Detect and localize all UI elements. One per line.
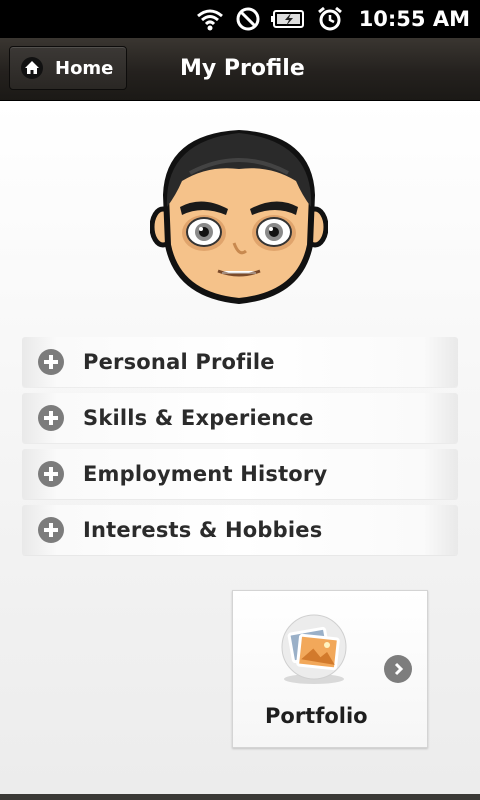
- title-bar: Home My Profile: [0, 38, 480, 101]
- status-icons: 10:55 AM: [195, 0, 470, 38]
- home-icon: [21, 57, 43, 79]
- chevron-right-icon[interactable]: [384, 655, 412, 683]
- wifi-icon: [196, 9, 223, 31]
- menu-item-employment-history[interactable]: Employment History: [22, 449, 458, 499]
- menu-item-label: Interests & Hobbies: [83, 518, 323, 542]
- avatar-face-icon: [150, 129, 328, 305]
- portfolio-label-wrap: Portfolio: [265, 704, 368, 728]
- bottom-bar: [0, 794, 480, 800]
- battery-charging-icon: [270, 10, 304, 28]
- alarm-clock-icon: [317, 6, 342, 31]
- menu-item-label: Skills & Experience: [83, 406, 314, 430]
- plus-circle-icon: [38, 405, 64, 431]
- no-signal-icon: [236, 7, 260, 31]
- menu-item-label: Personal Profile: [83, 350, 275, 374]
- portfolio-tile[interactable]: Portfolio: [232, 590, 428, 748]
- profile-menu: Personal Profile Skills & Experience Emp…: [22, 337, 458, 561]
- plus-circle-icon: [38, 517, 64, 543]
- page-title: My Profile: [180, 56, 305, 81]
- menu-item-skills-experience[interactable]: Skills & Experience: [22, 393, 458, 443]
- status-bar: 10:55 AM: [0, 0, 480, 38]
- plus-circle-icon: [38, 349, 64, 375]
- portfolio-label: Portfolio: [265, 704, 368, 728]
- main-content: Personal Profile Skills & Experience Emp…: [0, 101, 480, 794]
- photos-icon: [281, 614, 347, 684]
- menu-item-label: Employment History: [83, 462, 328, 486]
- menu-item-personal-profile[interactable]: Personal Profile: [22, 337, 458, 387]
- home-button-label: Home: [55, 57, 114, 79]
- menu-item-interests-hobbies[interactable]: Interests & Hobbies: [22, 505, 458, 555]
- home-button[interactable]: Home: [9, 46, 127, 90]
- status-time: 10:55 AM: [358, 7, 470, 31]
- plus-circle-icon: [38, 461, 64, 487]
